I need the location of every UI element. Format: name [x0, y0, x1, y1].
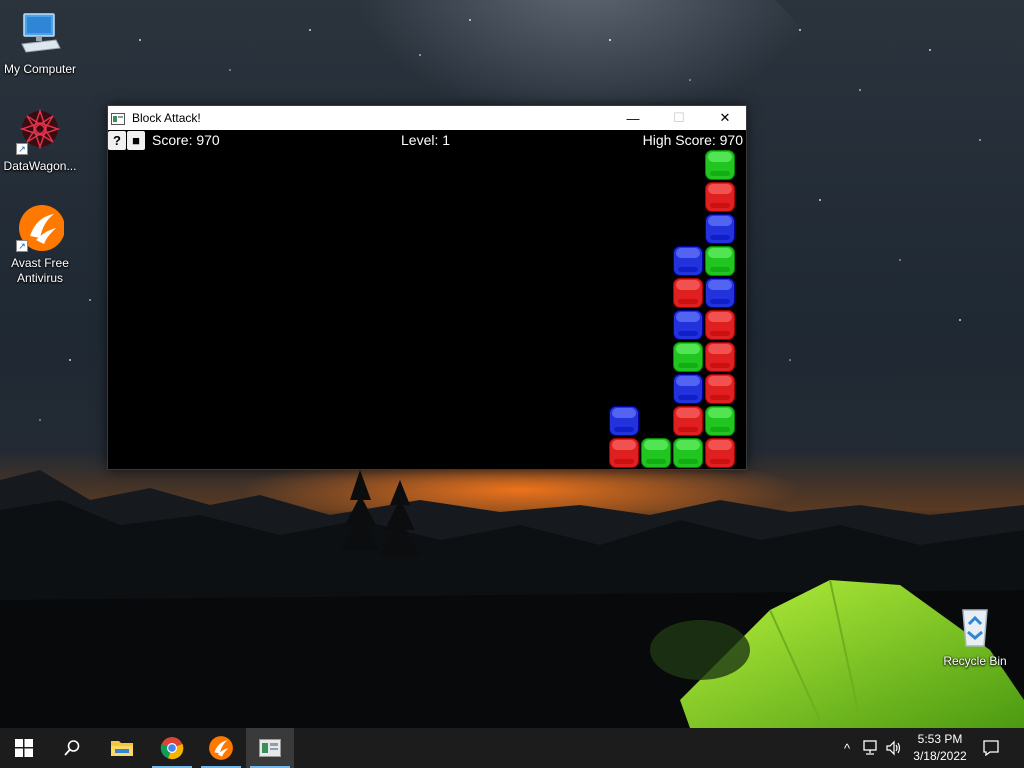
green-block[interactable] [704, 405, 736, 437]
block-attack-window[interactable]: Block Attack! — ☐ ✕ ? ■ Score: 970 Level… [107, 105, 747, 470]
green-block[interactable] [672, 341, 704, 373]
recycle-bin-icon [951, 602, 999, 650]
desktop-icon-label: Recycle Bin [943, 654, 1007, 668]
red-block[interactable] [704, 309, 736, 341]
block-attack-app-icon [259, 739, 281, 757]
start-button[interactable] [0, 728, 48, 768]
score-text: Score: 970 [152, 132, 220, 148]
avast-icon [209, 736, 233, 760]
red-block[interactable] [704, 437, 736, 469]
blue-block[interactable] [608, 405, 640, 437]
desktop-icon-my-computer[interactable]: My Computer [0, 10, 80, 77]
red-block[interactable] [704, 373, 736, 405]
maximize-button[interactable]: ☐ [656, 106, 702, 130]
avast-icon: ↗ [16, 204, 65, 252]
red-block[interactable] [672, 405, 704, 437]
help-button[interactable]: ? [108, 131, 126, 150]
taskbar-avast[interactable] [197, 728, 245, 768]
red-block[interactable] [704, 341, 736, 373]
taskbar: ^ 5:53 PM 3/18/2022 [0, 728, 1024, 768]
desktop-icon-label: DataWagon... [3, 159, 77, 173]
chevron-up-icon: ^ [843, 740, 851, 756]
red-block[interactable] [672, 277, 704, 309]
high-score-text: High Score: 970 [642, 132, 743, 148]
green-block[interactable] [704, 149, 736, 181]
network-button[interactable] [860, 728, 882, 768]
minimize-button[interactable]: — [610, 106, 656, 130]
clock-date: 3/18/2022 [913, 749, 967, 763]
stop-button[interactable]: ■ [127, 131, 145, 150]
desktop-icon-label: My Computer [3, 62, 77, 76]
notification-icon [983, 740, 999, 757]
shortcut-arrow-icon: ↗ [16, 240, 28, 252]
level-text: Level: 1 [401, 132, 451, 148]
shortcut-arrow-icon: ↗ [16, 143, 28, 155]
blue-block[interactable] [704, 277, 736, 309]
window-title: Block Attack! [132, 111, 201, 125]
computer-icon [16, 10, 64, 58]
blue-block[interactable] [704, 213, 736, 245]
desktop-icon-avast[interactable]: ↗ Avast Free Antivirus [0, 204, 80, 286]
game-board[interactable]: ? ■ Score: 970 Level: 1 High Score: 970 [108, 130, 746, 469]
blue-block[interactable] [672, 309, 704, 341]
taskbar-clock[interactable]: 5:53 PM 3/18/2022 [902, 731, 978, 765]
desktop-icon-label: Avast Free Antivirus [11, 256, 69, 285]
desktop-icon-datawagon[interactable]: ↗ DataWagon... [0, 107, 80, 174]
green-block[interactable] [704, 245, 736, 277]
datawagon-icon: ↗ [16, 107, 64, 155]
taskbar-file-explorer[interactable] [98, 728, 146, 768]
search-icon [64, 740, 80, 756]
chrome-icon [160, 737, 184, 760]
block-attack-app-icon [111, 112, 125, 125]
windows-logo-icon [15, 739, 33, 757]
close-button[interactable]: ✕ [702, 106, 748, 130]
green-block[interactable] [672, 437, 704, 469]
folder-icon [111, 741, 133, 756]
desktop-icon-recycle-bin[interactable]: Recycle Bin [935, 602, 1015, 669]
network-icon [863, 740, 877, 755]
red-block[interactable] [704, 181, 736, 213]
search-button[interactable] [48, 728, 96, 768]
speaker-icon [886, 740, 901, 756]
clock-time: 5:53 PM [917, 732, 963, 746]
taskbar-chrome[interactable] [148, 728, 196, 768]
red-block[interactable] [608, 437, 640, 469]
taskbar-block-attack[interactable] [246, 728, 294, 768]
action-center-button[interactable] [978, 728, 1004, 768]
green-block[interactable] [640, 437, 672, 469]
blue-block[interactable] [672, 245, 704, 277]
show-hidden-icons-button[interactable]: ^ [838, 728, 856, 768]
window-titlebar[interactable]: Block Attack! — ☐ ✕ [108, 106, 746, 130]
blue-block[interactable] [672, 373, 704, 405]
